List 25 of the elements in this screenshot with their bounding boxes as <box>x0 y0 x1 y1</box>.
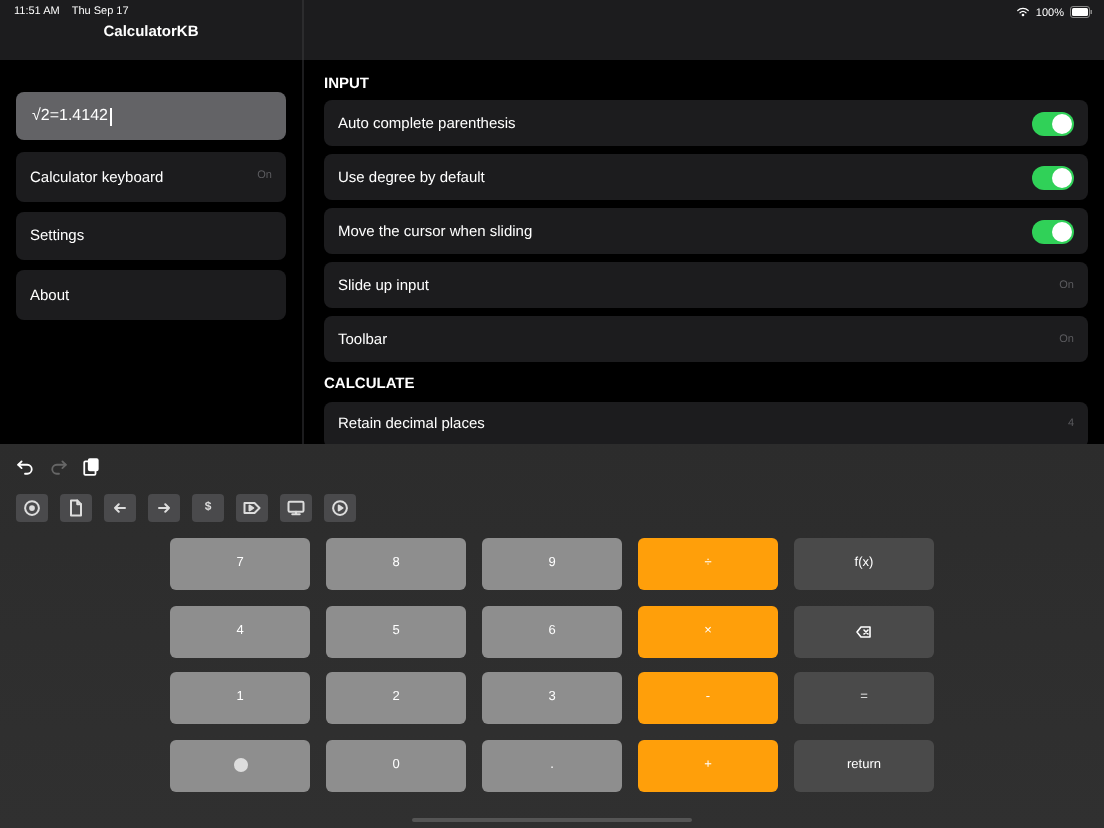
undo-icon <box>16 458 34 476</box>
circle-icon <box>233 758 247 772</box>
backspace-icon <box>854 623 874 639</box>
arrow-left-icon <box>110 498 130 518</box>
toolbar-button[interactable] <box>104 494 136 522</box>
tag-play-icon <box>242 498 262 518</box>
document-icon <box>66 498 86 518</box>
toolbar-button[interactable] <box>236 494 268 522</box>
toggle-switch[interactable] <box>1032 111 1074 136</box>
arrow-right-icon <box>154 498 174 518</box>
text-cursor <box>109 107 112 125</box>
circle-play-icon <box>330 498 350 518</box>
battery-icon <box>1070 6 1092 18</box>
toggle-switch[interactable] <box>1032 165 1074 190</box>
toolbar-button[interactable] <box>324 494 356 522</box>
toolbar-button[interactable] <box>280 494 312 522</box>
toolbar-button[interactable] <box>148 494 180 522</box>
wifi-icon <box>1015 6 1030 18</box>
clipboard-icon <box>82 456 100 478</box>
monitor-icon <box>286 498 306 518</box>
toolbar-button[interactable] <box>60 494 92 522</box>
input-field[interactable]: √2=1.4142 <box>16 92 286 140</box>
toggle-switch[interactable] <box>1032 219 1074 244</box>
keyboard-key[interactable] <box>170 739 310 791</box>
toolbar-button[interactable] <box>16 494 48 522</box>
